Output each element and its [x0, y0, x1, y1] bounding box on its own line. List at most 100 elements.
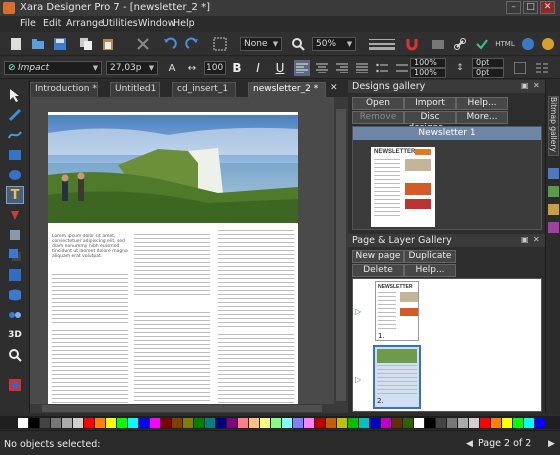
designs-help-button[interactable]: Help... [456, 97, 508, 110]
bitmap-gallery-tab[interactable]: Bitmap gallery [548, 96, 559, 156]
color-swatch[interactable] [337, 418, 347, 428]
remove-button[interactable]: Remove [352, 111, 404, 124]
color-swatch[interactable] [139, 418, 149, 428]
color-swatch[interactable] [227, 418, 237, 428]
font-size-adjust-icon[interactable]: A [164, 60, 180, 76]
menu-utilities[interactable]: Utilities [102, 18, 138, 29]
horizontal-scrollbar[interactable] [30, 404, 334, 413]
color-swatch[interactable] [128, 418, 138, 428]
undo-icon[interactable] [162, 36, 178, 52]
space-before-input[interactable]: 0pt [472, 58, 504, 68]
cliffs-photo[interactable] [48, 115, 298, 223]
color-swatch[interactable] [260, 418, 270, 428]
select-all-icon[interactable] [212, 36, 228, 52]
color-swatch[interactable] [381, 418, 391, 428]
color-swatch[interactable] [40, 418, 50, 428]
color-swatch[interactable] [414, 418, 424, 428]
extrude-3d-tool-icon[interactable]: 3D [6, 326, 24, 344]
transfer-icon[interactable] [430, 36, 446, 52]
tab-introduction[interactable]: Introduction * [30, 82, 98, 97]
check-icon[interactable] [474, 36, 490, 52]
color-swatch[interactable] [447, 418, 457, 428]
color-swatch[interactable] [304, 418, 314, 428]
align-right-icon[interactable] [334, 60, 350, 76]
import-button[interactable]: Import [404, 97, 456, 110]
color-swatch[interactable] [62, 418, 72, 428]
gallery-tab-icon-3[interactable] [548, 204, 559, 215]
color-swatch[interactable] [326, 418, 336, 428]
color-swatch[interactable] [403, 418, 413, 428]
aspect-input[interactable]: 100 [204, 61, 226, 75]
color-swatch[interactable] [205, 418, 215, 428]
font-size-select[interactable]: 27,03p ▼ [106, 61, 158, 75]
gallery-tab-icon-2[interactable] [548, 186, 559, 197]
next-page-icon[interactable]: ▶ [548, 439, 555, 449]
color-swatch[interactable] [348, 418, 358, 428]
color-swatch[interactable] [194, 418, 204, 428]
color-swatch[interactable] [95, 418, 105, 428]
menu-arrange[interactable]: Arrange [66, 18, 104, 29]
color-swatch[interactable] [84, 418, 94, 428]
color-swatch[interactable] [29, 418, 39, 428]
menu-help[interactable]: Help [173, 18, 195, 29]
font-name-select[interactable]: ⊘ Impact ▼ [4, 61, 102, 75]
open-folder-icon[interactable] [30, 36, 46, 52]
vertical-scroll-thumb[interactable] [336, 109, 346, 401]
gallery-tab-icon-1[interactable] [548, 168, 559, 179]
aspect-icon[interactable]: ↔ [184, 60, 200, 76]
color-swatch[interactable] [392, 418, 402, 428]
transparency-tool-icon[interactable] [6, 226, 24, 244]
color-swatch[interactable] [150, 418, 160, 428]
line-spacing-input[interactable]: 100% [410, 58, 446, 68]
ellipse-tool-icon[interactable] [6, 166, 24, 184]
mould-tool-icon[interactable] [6, 286, 24, 304]
menu-file[interactable]: File [20, 18, 36, 29]
tab-untitled1[interactable]: Untitled1 [110, 82, 160, 97]
preview-icon[interactable] [520, 36, 536, 52]
tab-newsletter[interactable]: newsletter_2 * [248, 82, 326, 97]
color-swatch[interactable] [491, 418, 501, 428]
redo-icon[interactable] [184, 36, 200, 52]
zoom-tool-icon[interactable] [6, 346, 24, 364]
design-item-label[interactable]: Newsletter 1 [353, 127, 541, 140]
article-body[interactable]: Lorem ipsum dolor sit amet, consectetuer… [48, 230, 298, 410]
selector-tool-icon[interactable] [6, 86, 24, 104]
photo-tool-icon[interactable] [6, 376, 24, 394]
kerning-icon[interactable]: ↕ [452, 60, 468, 76]
color-swatch[interactable] [293, 418, 303, 428]
link-icon[interactable] [452, 36, 468, 52]
paragraph-spacing-input[interactable]: 100% [410, 68, 446, 78]
save-icon[interactable] [52, 36, 68, 52]
underline-button[interactable]: U [272, 60, 288, 76]
minimize-button[interactable]: – [506, 1, 521, 14]
expand-page-1-icon[interactable]: ▷ [355, 307, 361, 316]
color-swatch[interactable] [502, 418, 512, 428]
color-swatch[interactable] [117, 418, 127, 428]
color-swatch[interactable] [216, 418, 226, 428]
align-center-icon[interactable] [314, 60, 330, 76]
close-button[interactable]: ✕ [540, 1, 555, 14]
close-document-icon[interactable]: ✕ [330, 83, 338, 93]
space-after-input[interactable]: 0pt [472, 68, 504, 78]
pin-icon[interactable]: ▣ [521, 81, 529, 90]
contour-tool-icon[interactable] [6, 106, 24, 124]
freehand-tool-icon[interactable] [6, 126, 24, 144]
page-thumbnail-2-selected[interactable]: 2. [373, 345, 421, 409]
delete-page-button[interactable]: Delete [352, 264, 404, 277]
color-swatch[interactable] [315, 418, 325, 428]
color-swatch[interactable] [513, 418, 523, 428]
bold-button[interactable]: B [229, 60, 245, 76]
vertical-scrollbar[interactable] [334, 97, 348, 413]
line-width-icon[interactable] [368, 36, 396, 52]
more-button[interactable]: More... [456, 111, 508, 124]
color-swatch[interactable] [458, 418, 468, 428]
color-swatch[interactable] [370, 418, 380, 428]
maximize-button[interactable]: □ [523, 1, 538, 14]
text-columns-icon[interactable] [534, 60, 550, 76]
color-swatch[interactable] [172, 418, 182, 428]
prev-page-icon[interactable]: ◀ [466, 439, 473, 449]
bevel-tool-icon[interactable] [6, 266, 24, 284]
color-swatch[interactable] [18, 418, 28, 428]
horizontal-scroll-thumb[interactable] [42, 405, 322, 412]
help-icon[interactable] [540, 36, 556, 52]
